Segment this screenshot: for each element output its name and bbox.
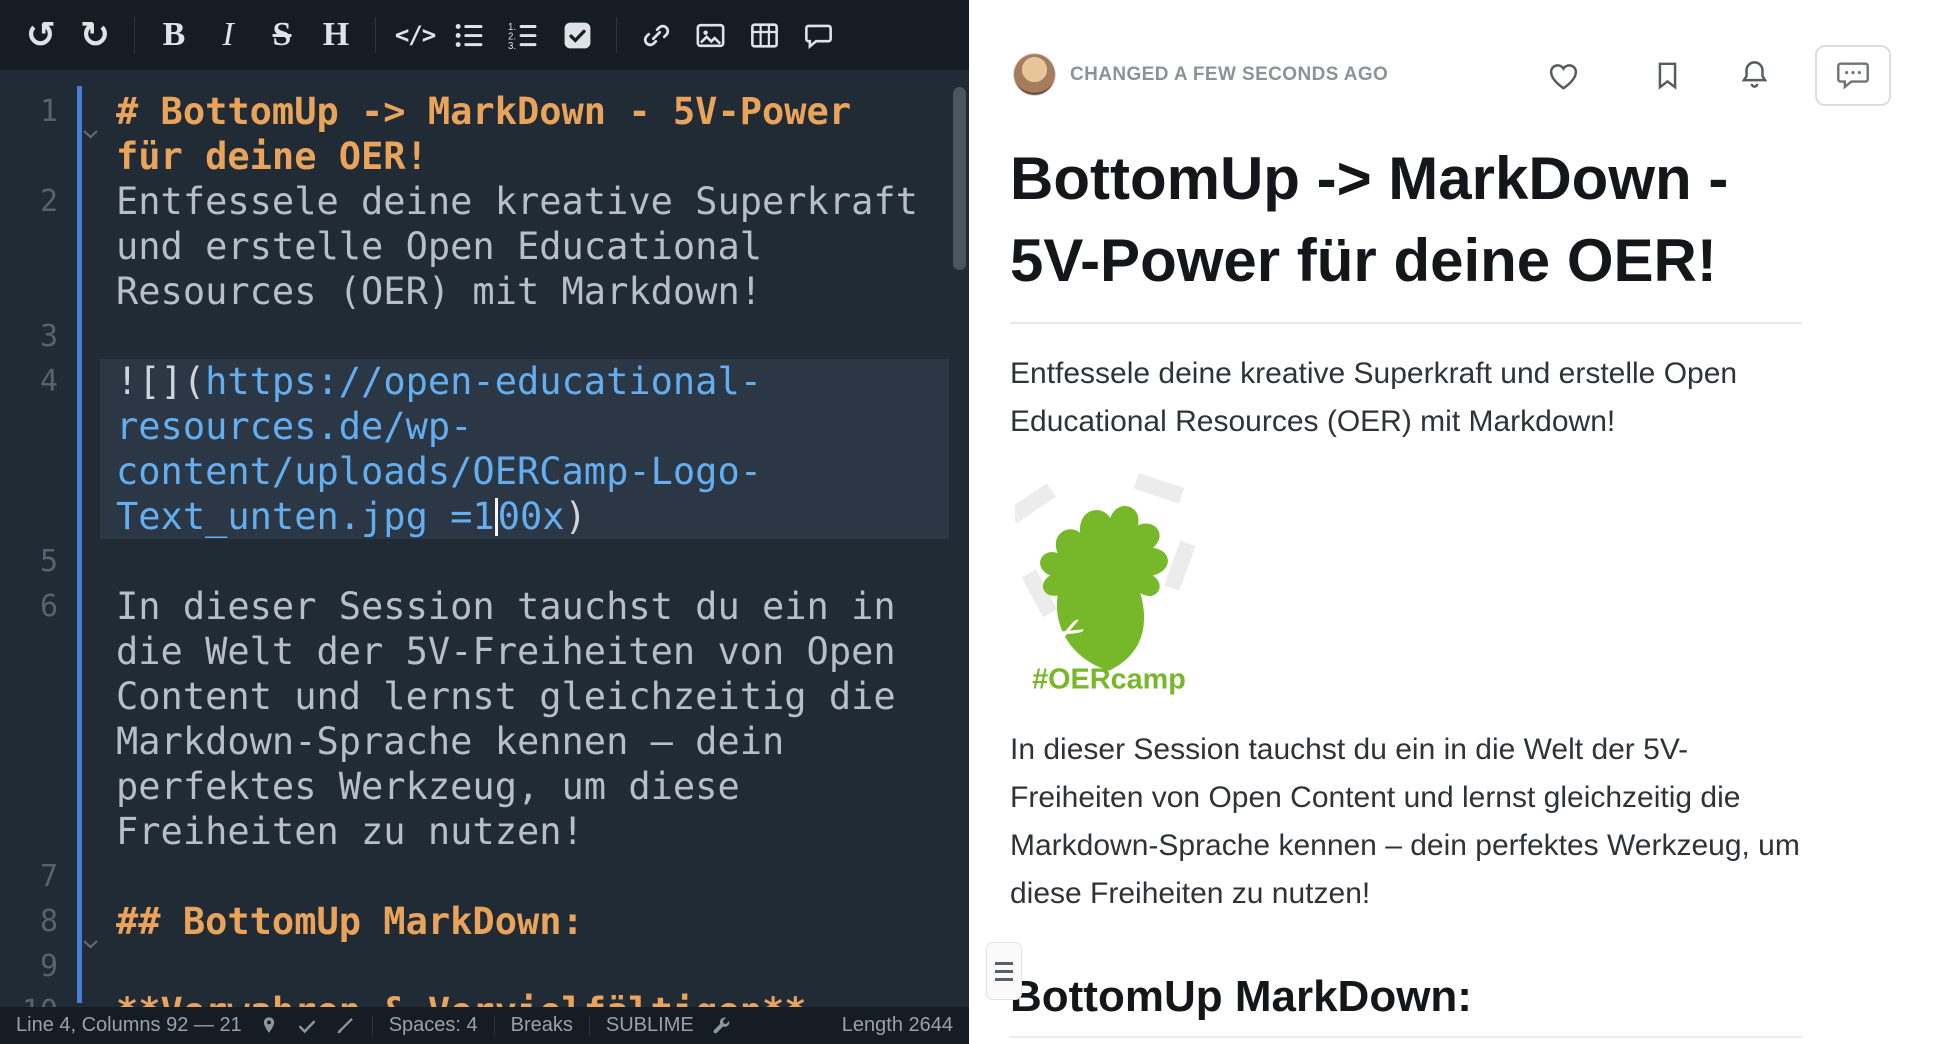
toolbar-divider: [375, 17, 376, 53]
editor-line-text: Content und lernst gleichzeitig die: [116, 674, 969, 719]
editor-row[interactable]: 1 # BottomUp -> MarkDown - 5V-Power: [0, 89, 969, 134]
editor-line-text: und erstelle Open Educational: [116, 224, 969, 269]
line-number: 1: [0, 89, 58, 134]
heading-icon[interactable]: H: [309, 10, 363, 60]
wrench-icon[interactable]: [710, 1015, 732, 1037]
ordered-list-icon[interactable]: 1.2.3.: [496, 10, 550, 60]
italic-icon[interactable]: I: [201, 10, 255, 60]
editor-row[interactable]: 6 In dieser Session tauchst du ein in: [0, 584, 969, 629]
editor-line-text: ![](https://open-educational-: [116, 359, 969, 404]
line-number: 4: [0, 359, 58, 404]
oercamp-caption: #OERcamp: [1032, 663, 1186, 695]
markdown-editor-pane: ↺↻ BISH </> 1.2.3. 1 # BottomUp -> MarkDown …: [0, 0, 969, 1044]
editor-row[interactable]: 8 ## BottomUp MarkDown:: [0, 899, 969, 944]
split-drag-handle[interactable]: [986, 942, 1022, 1000]
editor-row[interactable]: 5: [0, 539, 969, 584]
toolbar-divider: [134, 17, 135, 53]
editor-line-text: Text_unten.jpg =100x): [116, 494, 969, 539]
editor-row[interactable]: Content und lernst gleichzeitig die: [0, 674, 969, 719]
task-list-icon[interactable]: [550, 10, 604, 60]
image-icon[interactable]: [683, 10, 737, 60]
editor-line-text: **Verwahren & Vervielfältigen**: [116, 989, 969, 1007]
preview-title: BottomUp -> MarkDown -5V-Power für deine…: [1010, 138, 1850, 302]
line-number: 7: [0, 854, 58, 899]
bold-icon[interactable]: B: [147, 10, 201, 60]
oercamp-logo: ✂ #OERcamp: [1015, 470, 1203, 696]
editor-row[interactable]: Resources (OER) mit Markdown!: [0, 269, 969, 314]
changed-lines-indicator: [77, 86, 82, 1003]
code-icon[interactable]: </>: [388, 10, 442, 60]
editor-row[interactable]: die Welt der 5V-Freiheiten von Open: [0, 629, 969, 674]
line-number: 6: [0, 584, 58, 629]
editor-row[interactable]: Text_unten.jpg =100x): [0, 494, 969, 539]
bullet-list-icon[interactable]: [442, 10, 496, 60]
editor-row[interactable]: Markdown-Sprache kennen – dein: [0, 719, 969, 764]
line-number: 5: [0, 539, 58, 584]
editor-line-text: # BottomUp -> MarkDown - 5V-Power: [116, 89, 969, 134]
line-number: 10: [0, 989, 58, 1007]
table-icon[interactable]: [737, 10, 791, 60]
breaks-setting[interactable]: Breaks: [511, 1014, 573, 1037]
heart-icon[interactable]: [1547, 60, 1580, 93]
editor-line-text: resources.de/wp-: [116, 404, 969, 449]
brush-icon[interactable]: [334, 1015, 356, 1037]
editor-line-text: In dieser Session tauchst du ein in: [116, 584, 969, 629]
editor-line-text: content/uploads/OERCamp-Logo-: [116, 449, 969, 494]
redo-icon[interactable]: ↻: [68, 10, 122, 60]
line-number: 3: [0, 314, 58, 359]
editor-row[interactable]: 2 Entfessele deine kreative Superkraft: [0, 179, 969, 224]
editor-line-text: für deine OER!: [116, 134, 969, 179]
editor-toolbar: ↺↻ BISH </> 1.2.3.: [0, 0, 969, 70]
line-number: 8: [0, 899, 58, 944]
subheading-divider: [1010, 1036, 1802, 1038]
editor-row[interactable]: resources.de/wp-: [0, 404, 969, 449]
editor-row[interactable]: und erstelle Open Educational: [0, 224, 969, 269]
editor-row[interactable]: 3: [0, 314, 969, 359]
preview-subheading: BottomUp MarkDown:: [1010, 972, 1472, 1022]
bell-icon[interactable]: [1738, 58, 1771, 91]
toolbar-divider: [616, 17, 617, 53]
title-divider: [1010, 322, 1802, 324]
keymap-setting[interactable]: SUBLIME: [606, 1014, 694, 1037]
undo-icon[interactable]: ↺: [14, 10, 68, 60]
editor-row[interactable]: 10 **Verwahren & Vervielfältigen**: [0, 989, 969, 1007]
editor-row[interactable]: Freiheiten zu nutzen!: [0, 809, 969, 854]
editor-line-text: ## BottomUp MarkDown:: [116, 899, 969, 944]
editor-line-text: Entfessele deine kreative Superkraft: [116, 179, 969, 224]
editor-row[interactable]: perfektes Werkzeug, um diese: [0, 764, 969, 809]
last-changed-status: CHANGED A FEW SECONDS AGO: [1070, 64, 1388, 86]
statusbar-divider: [494, 1016, 495, 1036]
svg-text:3.: 3.: [508, 41, 516, 51]
bookmark-icon[interactable]: [1651, 59, 1684, 92]
preview-pane: CHANGED A FEW SECONDS AGO BottomUp -> Ma…: [969, 0, 1938, 1044]
preview-body-paragraph: In dieser Session tauchst du ein in die …: [1010, 726, 1810, 918]
status-bar: Line 4, Columns 92 — 21 Spaces: 4 Breaks…: [0, 1007, 969, 1044]
link-icon[interactable]: [629, 10, 683, 60]
editor-line-text: Markdown-Sprache kennen – dein: [116, 719, 969, 764]
cursor-position: Line 4, Columns 92 — 21: [16, 1014, 242, 1037]
strikethrough-icon[interactable]: S: [255, 10, 309, 60]
line-number: 9: [0, 944, 58, 989]
comments-button[interactable]: [1815, 45, 1891, 106]
editor-row[interactable]: content/uploads/OERCamp-Logo-: [0, 449, 969, 494]
editor-line-text: die Welt der 5V-Freiheiten von Open: [116, 629, 969, 674]
editor-row[interactable]: 7: [0, 854, 969, 899]
statusbar-divider: [372, 1016, 373, 1036]
pin-icon[interactable]: [258, 1015, 280, 1037]
editor-content[interactable]: 1 # BottomUp -> MarkDown - 5V-Powerfür de…: [0, 70, 969, 1007]
editor-row[interactable]: 4 ![](https://open-educational-: [0, 359, 969, 404]
doc-length: Length 2644: [842, 1014, 953, 1037]
editor-row[interactable]: 9: [0, 944, 969, 989]
preview-intro-paragraph: Entfessele deine kreative Superkraft und…: [1010, 350, 1810, 446]
editor-line-text: Resources (OER) mit Markdown!: [116, 269, 969, 314]
editor-row[interactable]: für deine OER!: [0, 134, 969, 179]
avatar[interactable]: [1013, 53, 1056, 96]
spaces-setting[interactable]: Spaces: 4: [389, 1014, 478, 1037]
check-icon[interactable]: [296, 1015, 318, 1037]
line-number: 2: [0, 179, 58, 224]
editor-line-text: perfektes Werkzeug, um diese: [116, 764, 969, 809]
comment-icon[interactable]: [791, 10, 845, 60]
statusbar-divider: [589, 1016, 590, 1036]
editor-line-text: Freiheiten zu nutzen!: [116, 809, 969, 854]
